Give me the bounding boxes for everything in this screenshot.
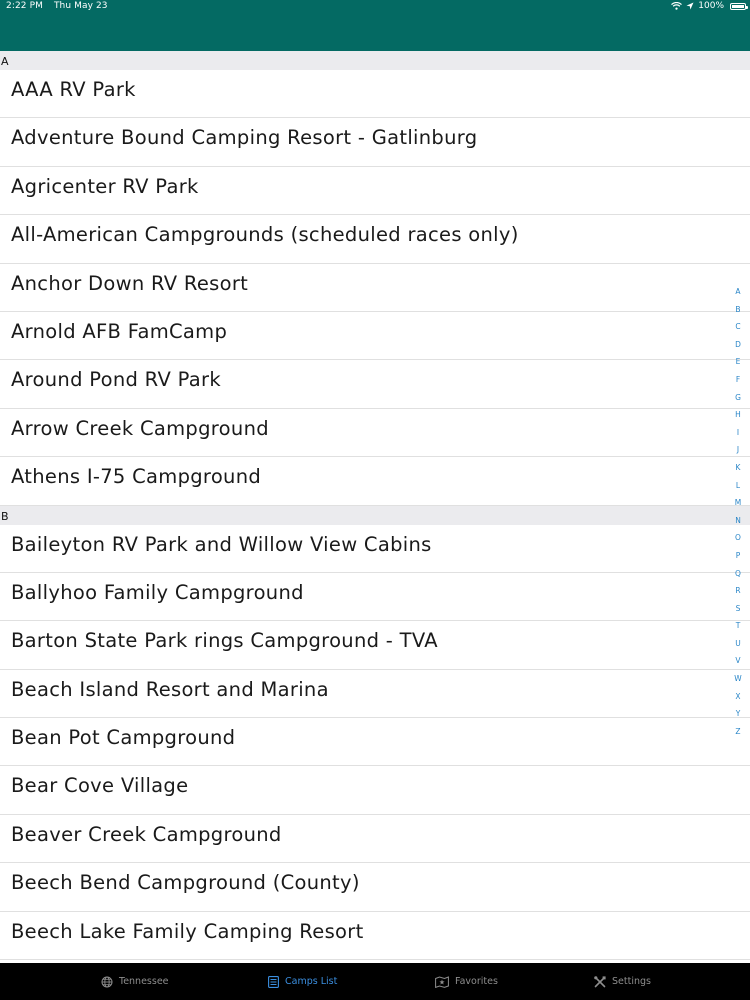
status-date: Thu May 23 xyxy=(53,1,108,11)
list-item[interactable]: Athens I-75 Campground xyxy=(0,457,750,506)
index-letter[interactable]: H xyxy=(735,406,741,424)
list-item[interactable]: Baileyton RV Park and Willow View Cabins xyxy=(0,525,750,573)
location-arrow-icon xyxy=(686,2,694,10)
battery-icon xyxy=(730,3,748,10)
index-letter[interactable]: R xyxy=(735,582,740,600)
tab-label: Camps List xyxy=(285,976,338,987)
battery-percent: 100% xyxy=(698,1,724,11)
navigation-bar: 2:22 PM Thu May 23 100% xyxy=(0,0,750,51)
index-letter[interactable]: L xyxy=(736,477,740,495)
status-bar-right: 100% xyxy=(671,1,724,11)
index-letter[interactable]: S xyxy=(736,600,741,618)
section-b: B Baileyton RV Park and Willow View Cabi… xyxy=(0,505,750,961)
index-letter[interactable]: J xyxy=(737,441,739,459)
wifi-icon xyxy=(671,2,683,10)
screen: 2:22 PM Thu May 23 100% A AAA RV Park Ad… xyxy=(0,0,750,1000)
index-letter[interactable]: Y xyxy=(736,705,741,723)
list-item[interactable]: Adventure Bound Camping Resort - Gatlinb… xyxy=(0,118,750,167)
index-letter[interactable]: A xyxy=(735,283,740,301)
status-bar-left: 2:22 PM Thu May 23 xyxy=(6,1,116,11)
list-item[interactable]: Beaver Creek Campground xyxy=(0,815,750,864)
section-header: B xyxy=(0,505,750,525)
tab-label: Settings xyxy=(612,976,651,987)
list-item[interactable]: Bear Cove Village xyxy=(0,766,750,815)
list-icon xyxy=(268,975,279,988)
section-header: A xyxy=(0,51,750,70)
list-item[interactable]: Around Pond RV Park xyxy=(0,360,750,409)
index-letter[interactable]: U xyxy=(735,635,741,653)
section-index[interactable]: A B C D E F G H I J K L M N O P Q R S T … xyxy=(731,283,745,740)
index-letter[interactable]: Q xyxy=(735,565,741,583)
list-item[interactable]: Beech Lake Family Camping Resort xyxy=(0,912,750,961)
index-letter[interactable]: N xyxy=(735,512,741,530)
list-item[interactable]: Ballyhoo Family Campground xyxy=(0,573,750,622)
index-letter[interactable]: E xyxy=(736,353,741,371)
list-item[interactable]: Barton State Park rings Campground - TVA xyxy=(0,621,750,670)
list-item[interactable]: All-American Campgrounds (scheduled race… xyxy=(0,215,750,264)
index-letter[interactable]: T xyxy=(736,617,741,635)
index-letter[interactable]: G xyxy=(735,389,741,407)
list-item[interactable]: Bean Pot Campground xyxy=(0,718,750,767)
tab-label: Tennessee xyxy=(119,976,169,987)
index-letter[interactable]: M xyxy=(735,494,741,512)
index-letter[interactable]: F xyxy=(736,371,740,389)
tools-icon xyxy=(594,975,606,988)
globe-icon xyxy=(101,976,113,988)
list-item[interactable]: Anchor Down RV Resort xyxy=(0,264,750,312)
tab-tennessee[interactable]: Tennessee xyxy=(101,963,169,1000)
index-letter[interactable]: V xyxy=(735,652,740,670)
list-item[interactable]: Arnold AFB FamCamp xyxy=(0,312,750,361)
index-letter[interactable]: K xyxy=(736,459,741,477)
tab-camps-list[interactable]: Camps List xyxy=(268,963,337,1000)
index-letter[interactable]: I xyxy=(737,424,739,442)
list-item[interactable]: AAA RV Park xyxy=(0,70,750,119)
index-letter[interactable]: X xyxy=(735,688,740,706)
index-letter[interactable]: D xyxy=(735,336,741,354)
tab-label: Favorites xyxy=(455,976,498,987)
list-item[interactable]: Agricenter RV Park xyxy=(0,167,750,216)
index-letter[interactable]: C xyxy=(735,318,740,336)
index-letter[interactable]: P xyxy=(736,547,741,565)
list-item[interactable]: Arrow Creek Campground xyxy=(0,409,750,458)
index-letter[interactable]: W xyxy=(734,670,741,688)
index-letter[interactable]: Z xyxy=(735,723,740,741)
list-item[interactable]: Beech Bend Campground (County) xyxy=(0,863,750,912)
section-a: A AAA RV Park Adventure Bound Camping Re… xyxy=(0,51,750,506)
map-star-icon xyxy=(435,975,449,988)
status-time: 2:22 PM xyxy=(6,1,43,11)
list-item[interactable]: Beach Island Resort and Marina xyxy=(0,670,750,719)
index-letter[interactable]: B xyxy=(735,301,740,319)
tab-favorites[interactable]: Favorites xyxy=(435,963,498,1000)
index-letter[interactable]: O xyxy=(735,529,741,547)
tab-bar: Tennessee Camps List Favorites Settings xyxy=(0,963,750,1000)
tab-settings[interactable]: Settings xyxy=(594,963,651,1000)
camps-list[interactable]: A AAA RV Park Adventure Bound Camping Re… xyxy=(0,51,750,963)
